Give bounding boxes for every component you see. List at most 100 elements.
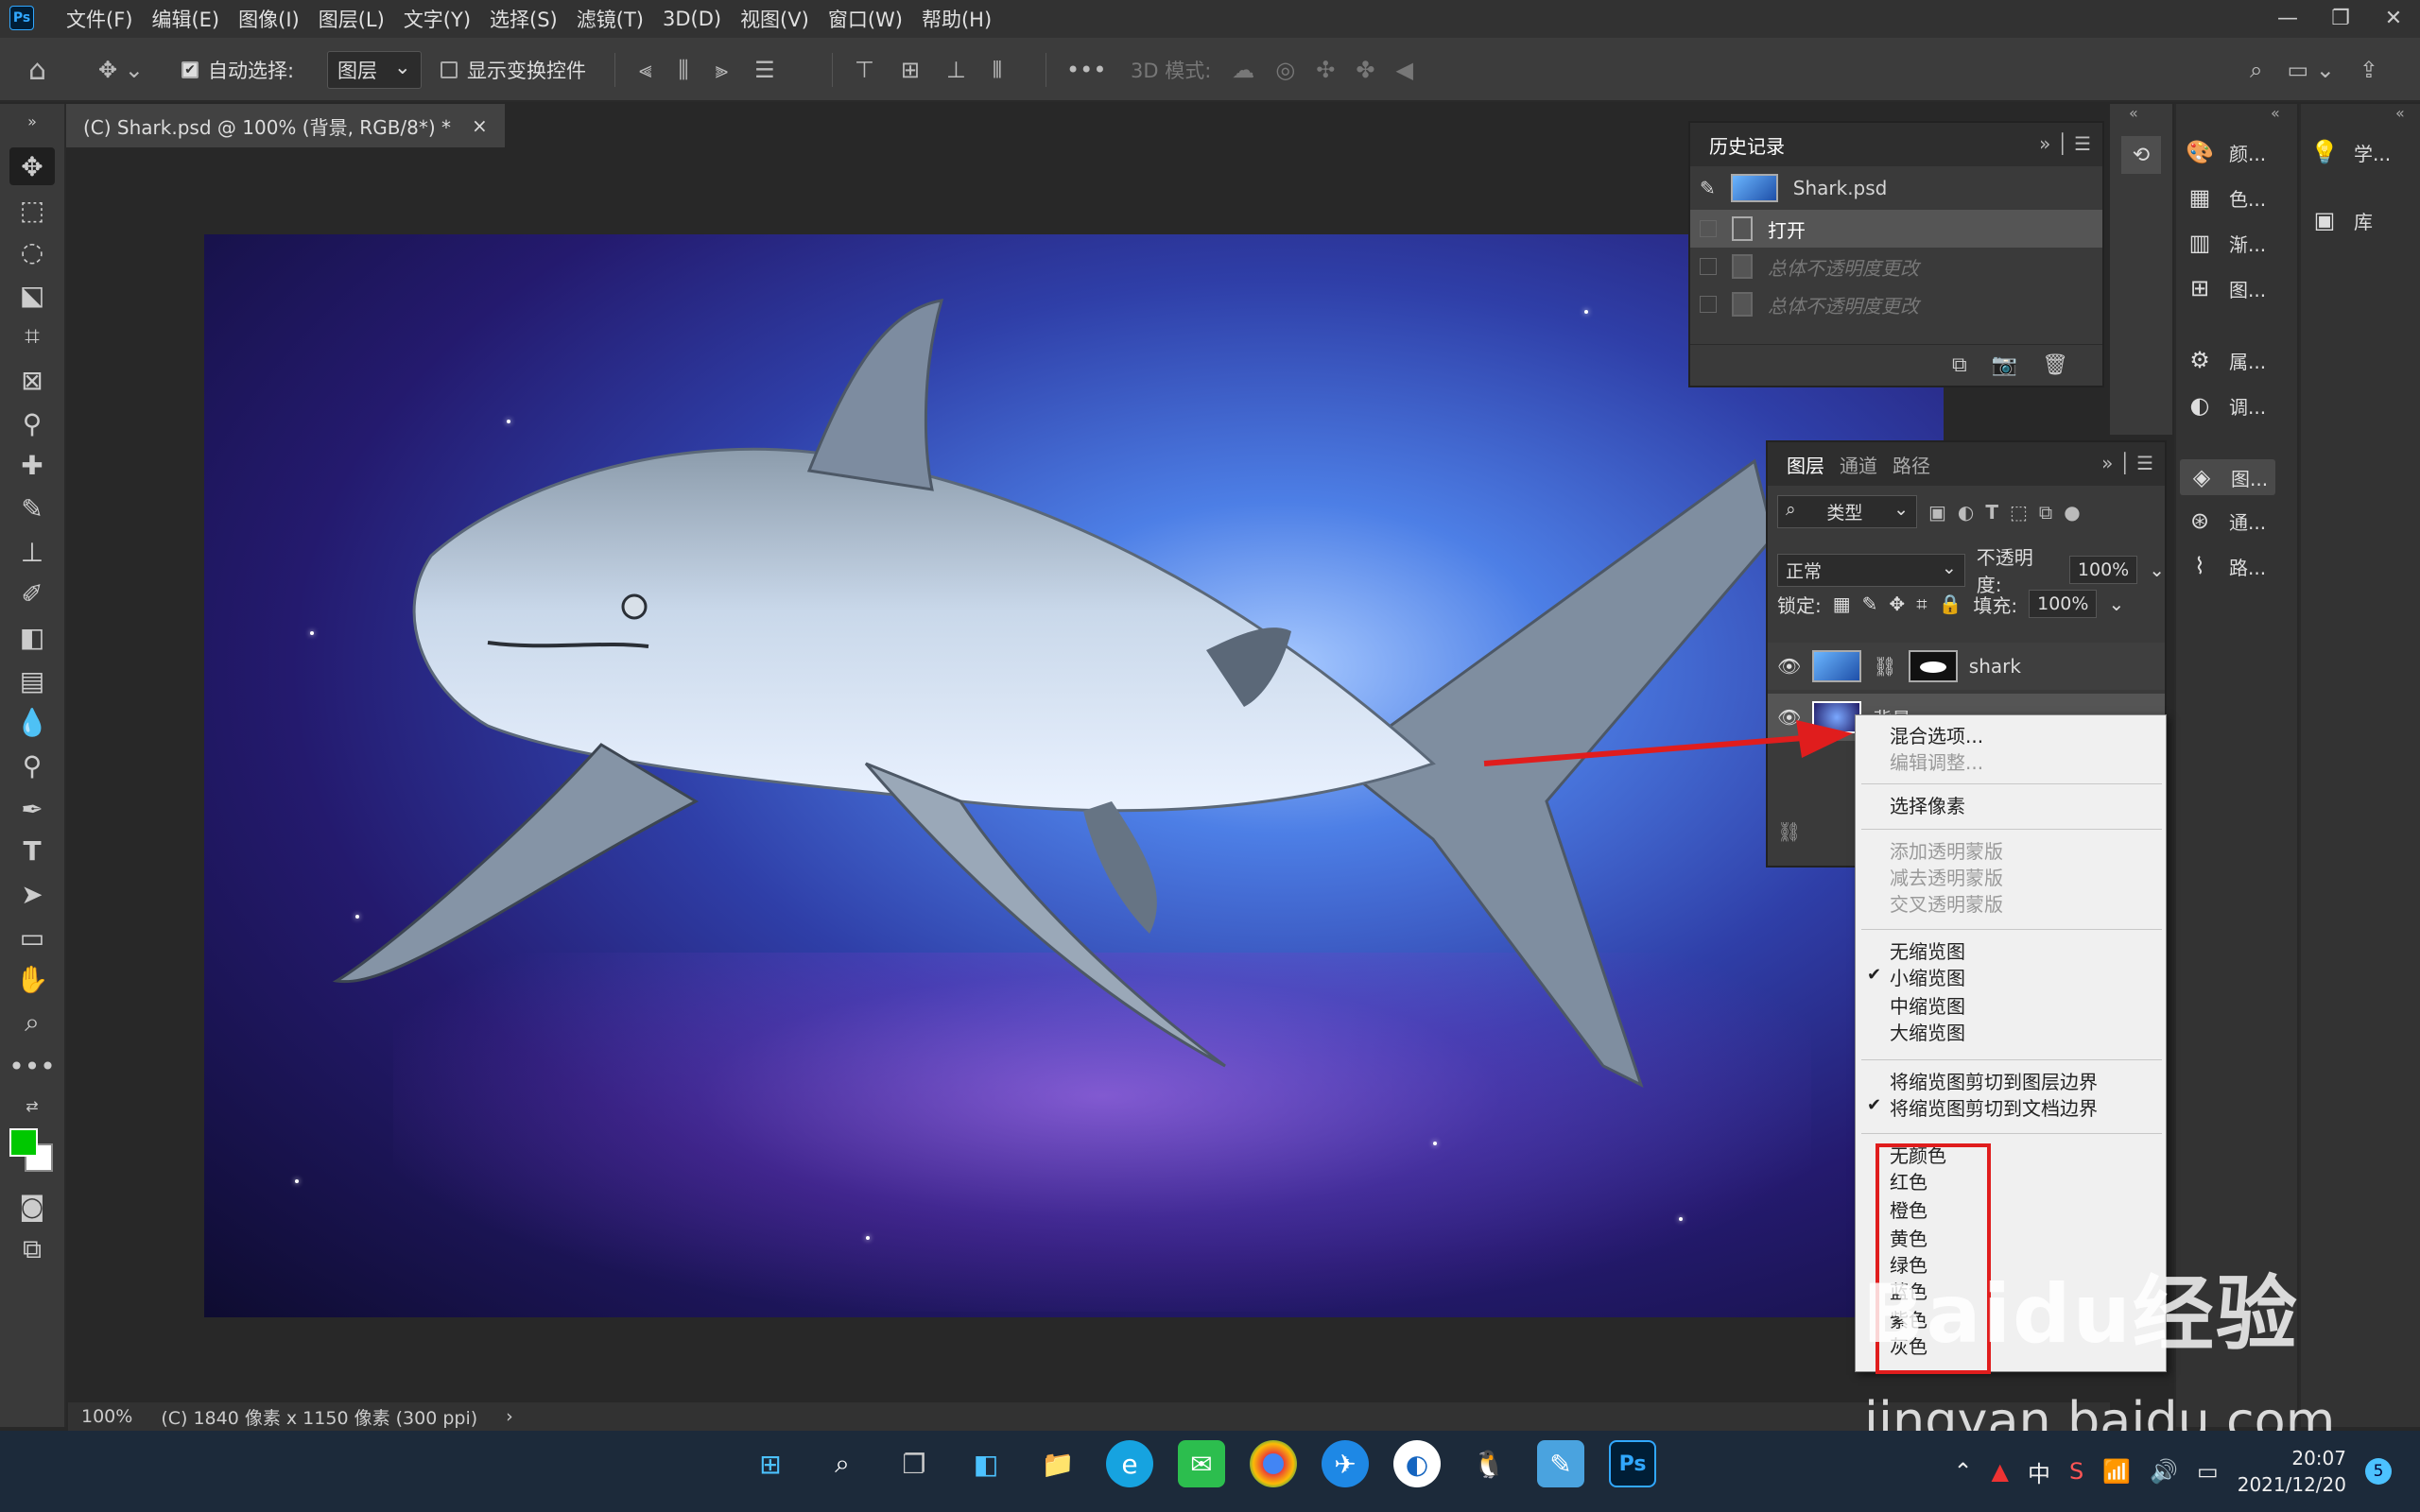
menu-clip-to-layer-bounds[interactable]: 将缩览图剪切到图层边界	[1890, 1069, 2098, 1095]
history-tab[interactable]: 历史记录	[1702, 122, 1792, 168]
auto-select-dropdown[interactable]: 图层 ⌄	[327, 38, 422, 102]
swatches-panel-button[interactable]: ▦ 色...	[2186, 183, 2266, 212]
smart-object-filter-icon[interactable]: ⧉	[2039, 501, 2052, 524]
task-view-icon[interactable]: ❐	[890, 1440, 938, 1487]
feishu-icon[interactable]: ✈	[1322, 1440, 1369, 1487]
menu-window[interactable]: 窗口(W)	[819, 5, 912, 33]
lock-artboard-icon[interactable]: ⌗	[1916, 593, 1927, 615]
menu-blend-options[interactable]: 混合选项...	[1890, 723, 1983, 749]
healing-brush-icon[interactable]: ✚	[9, 446, 55, 484]
gradient-tool-icon[interactable]: ▤	[9, 662, 55, 699]
edge-icon[interactable]: e	[1106, 1440, 1153, 1487]
menu-layer[interactable]: 图层(L)	[309, 5, 394, 33]
frame-tool-icon[interactable]: ⊠	[9, 361, 55, 399]
swap-colors-icon[interactable]: ⇄	[9, 1087, 55, 1125]
collapse-dock-icon[interactable]: «	[2395, 104, 2405, 122]
battery-icon[interactable]: ▭	[2197, 1458, 2219, 1485]
menu-edit[interactable]: 编辑(E)	[142, 5, 229, 33]
close-icon[interactable]: ✕	[2367, 0, 2420, 38]
type-tool-icon[interactable]: T	[9, 832, 55, 869]
close-tab-icon[interactable]: ×	[472, 114, 488, 137]
3d-orbit-icon[interactable]: ☁	[1232, 57, 1254, 83]
fill-input[interactable]: 100%	[2029, 590, 2098, 618]
menu-help[interactable]: 帮助(H)	[912, 5, 1001, 33]
ime-indicator[interactable]: 中	[2028, 1455, 2050, 1488]
stamp-tool-icon[interactable]: ⊥	[9, 533, 55, 571]
blend-mode-dropdown[interactable]: 正常 ⌄	[1777, 553, 1965, 587]
panel-menu-icon[interactable]: » │ ☰	[2039, 132, 2091, 155]
move-tool-icon[interactable]: ✥	[9, 147, 55, 185]
menu-select[interactable]: 选择(S)	[480, 5, 567, 33]
pen-tool-icon[interactable]: ✒	[9, 790, 55, 828]
link-icon[interactable]: ⛓	[1873, 655, 1896, 678]
notepad-icon[interactable]: ✎	[1537, 1440, 1584, 1487]
3d-pan-icon[interactable]: ✣	[1316, 57, 1335, 83]
chevron-up-icon[interactable]: ⌃	[1953, 1458, 1972, 1485]
chevron-down-icon[interactable]: ⌄	[2108, 593, 2124, 615]
align-bottom-icon[interactable]: ⊥	[946, 57, 966, 83]
menu-view[interactable]: 视图(V)	[731, 5, 819, 33]
filter-toggle-icon[interactable]: ●	[2064, 501, 2080, 524]
paths-panel-button[interactable]: ⌇ 路...	[2186, 552, 2266, 580]
layer-row-shark[interactable]: 👁 ⛓ shark	[1768, 643, 2165, 690]
collapse-dock-icon[interactable]: «	[2271, 104, 2280, 122]
align-left-icon[interactable]: ⫷	[639, 57, 652, 83]
tab-layers[interactable]: 图层	[1779, 441, 1832, 488]
align-right-icon[interactable]: ⫸	[716, 57, 729, 83]
color-panel-button[interactable]: 🎨 颜...	[2186, 138, 2266, 166]
move-tool-preset-icon[interactable]: ✥ ⌄	[98, 38, 144, 102]
menu-small-thumbnail[interactable]: 小缩览图	[1890, 965, 1965, 991]
clock[interactable]: 20:07 2021/12/20	[2238, 1445, 2346, 1498]
foreground-color-swatch[interactable]	[9, 1128, 38, 1157]
widgets-icon[interactable]: ◧	[962, 1440, 1010, 1487]
eyedropper-tool-icon[interactable]: ⚲	[9, 404, 55, 442]
browser-icon[interactable]: ◐	[1393, 1440, 1441, 1487]
menu-3d[interactable]: 3D(D)	[653, 8, 731, 30]
search-icon[interactable]: ⌕	[819, 1440, 866, 1487]
layer-mask-thumbnail[interactable]	[1908, 650, 1958, 682]
align-top-icon[interactable]: ⊤	[855, 57, 874, 83]
pixel-filter-icon[interactable]: ▣	[1928, 501, 1946, 524]
restore-icon[interactable]: ❐	[2314, 0, 2367, 38]
history-brush-icon[interactable]: ✐	[9, 575, 55, 612]
photoshop-taskbar-icon[interactable]: Ps	[1609, 1440, 1656, 1487]
menu-file[interactable]: 文件(F)	[57, 5, 142, 33]
properties-panel-button[interactable]: ⚙ 属...	[2186, 346, 2266, 374]
history-snapshot[interactable]: ✎ Shark.psd	[1690, 166, 2102, 210]
distribute-icon[interactable]: ☰	[754, 57, 775, 83]
brush-tool-icon[interactable]: ✎	[9, 490, 55, 527]
path-select-icon[interactable]: ➤	[9, 875, 55, 913]
qq-icon[interactable]: 🐧	[1465, 1440, 1512, 1487]
channels-panel-button[interactable]: ⊛ 通...	[2186, 507, 2266, 535]
auto-select-checkbox[interactable]: ✔ 自动选择:	[182, 38, 294, 102]
hand-tool-icon[interactable]: ✋	[9, 960, 55, 998]
rectangle-tool-icon[interactable]: ▭	[9, 919, 55, 956]
history-state-opacity-1[interactable]: 总体不透明度更改	[1690, 248, 2102, 285]
tab-paths[interactable]: 路径	[1885, 441, 1938, 488]
type-filter-icon[interactable]: T	[1985, 501, 1998, 524]
adjustments-panel-button[interactable]: ◐ 调...	[2186, 391, 2267, 420]
volume-icon[interactable]: 🔊	[2150, 1458, 2178, 1485]
align-middle-icon[interactable]: ⊞	[901, 57, 920, 83]
menu-large-thumbnail[interactable]: 大缩览图	[1890, 1020, 1965, 1046]
align-center-icon[interactable]: ⫼	[679, 57, 689, 83]
trash-icon[interactable]: 🗑	[2042, 353, 2068, 377]
marquee-tool-icon[interactable]: ⬚	[9, 191, 55, 229]
panel-menu-icon[interactable]: » │ ☰	[2101, 452, 2153, 474]
camera-icon[interactable]: 📷	[1992, 353, 2017, 377]
search-icon[interactable]: ⌕	[2250, 57, 2262, 83]
eraser-tool-icon[interactable]: ◧	[9, 618, 55, 656]
menu-filter[interactable]: 滤镜(T)	[567, 5, 653, 33]
menu-select-pixels[interactable]: 选择像素	[1890, 793, 1965, 819]
wifi-icon[interactable]: 📶	[2102, 1458, 2131, 1485]
zoom-tool-icon[interactable]: ⌕	[9, 1004, 55, 1041]
3d-scale-icon[interactable]: ◀	[1395, 57, 1412, 83]
menu-type[interactable]: 文字(Y)	[394, 5, 480, 33]
home-icon[interactable]: ⌂	[28, 38, 46, 102]
gradients-panel-button[interactable]: ▥ 渐...	[2186, 229, 2266, 257]
chevron-right-icon[interactable]: ›	[506, 1406, 513, 1427]
quick-mask-icon[interactable]: ◙	[9, 1187, 55, 1225]
object-select-tool-icon[interactable]: ⬕	[9, 276, 55, 314]
screen-mode-icon[interactable]: ⧉	[9, 1230, 55, 1268]
notification-badge[interactable]: 5	[2365, 1458, 2392, 1485]
